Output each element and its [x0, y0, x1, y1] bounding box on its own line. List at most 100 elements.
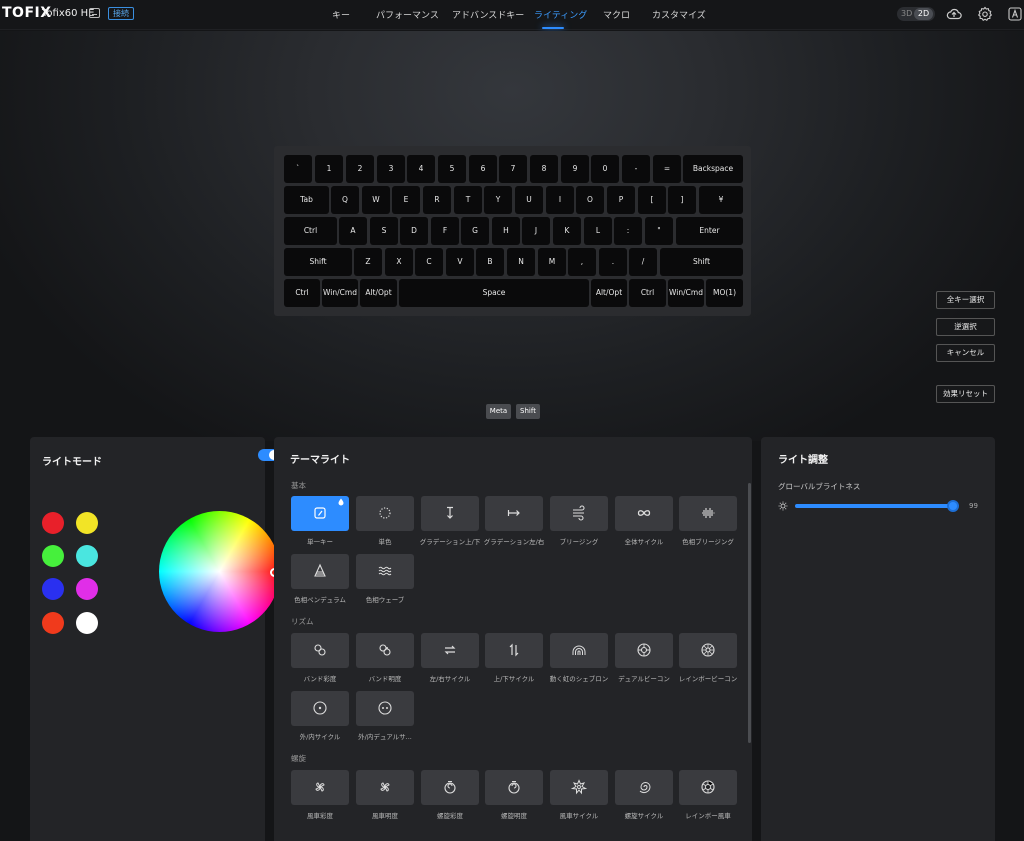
effect-tile-spiral-value[interactable] — [485, 770, 543, 805]
modifier-shift[interactable]: Shift — [516, 404, 540, 419]
key-colon[interactable]: : — [614, 217, 642, 245]
key-slash[interactable]: / — [629, 248, 657, 276]
key-period[interactable]: . — [599, 248, 627, 276]
key-t[interactable]: T — [454, 186, 482, 214]
font-box-icon[interactable] — [1007, 6, 1023, 22]
effect-tile-pendulum[interactable] — [291, 554, 349, 589]
key-a[interactable]: A — [339, 217, 367, 245]
effect-tile-breathing[interactable] — [550, 496, 608, 531]
effect-tile-infinity[interactable] — [615, 496, 673, 531]
effect-tile-swap-vertical[interactable] — [485, 633, 543, 668]
key-x[interactable]: X — [385, 248, 413, 276]
key-1[interactable]: 1 — [315, 155, 343, 183]
tab-performance[interactable]: パフォーマンス — [376, 8, 439, 21]
swatch-blue[interactable] — [42, 578, 64, 600]
swatch-yellow[interactable] — [76, 512, 98, 534]
brightness-slider-track[interactable] — [795, 504, 953, 508]
key-l[interactable]: L — [584, 217, 612, 245]
key-4[interactable]: 4 — [407, 155, 435, 183]
key-shift-right[interactable]: Shift — [660, 248, 743, 276]
key-win-right[interactable]: Win/Cmd — [668, 279, 704, 307]
key-q[interactable]: Q — [331, 186, 359, 214]
effect-tile-dotted-circle[interactable] — [356, 496, 414, 531]
key-0[interactable]: 0 — [591, 155, 619, 183]
key-i[interactable]: I — [546, 186, 574, 214]
key-tab[interactable]: Tab — [284, 186, 329, 214]
swatch-orange[interactable] — [42, 612, 64, 634]
key-o[interactable]: O — [576, 186, 604, 214]
cloud-upload-icon[interactable] — [946, 6, 962, 22]
key-b[interactable]: B — [476, 248, 504, 276]
swatch-magenta[interactable] — [76, 578, 98, 600]
key-z[interactable]: Z — [354, 248, 382, 276]
key-g[interactable]: G — [461, 217, 489, 245]
effect-tile-beacon[interactable] — [615, 633, 673, 668]
effect-tile-band-value[interactable] — [356, 633, 414, 668]
effect-tile-pinwheel-cycle[interactable] — [550, 770, 608, 805]
effect-tile-rainbow-pinwheel[interactable] — [679, 770, 737, 805]
key-3[interactable]: 3 — [377, 155, 405, 183]
key-7[interactable]: 7 — [499, 155, 527, 183]
key-minus[interactable]: - — [622, 155, 650, 183]
effect-tile-arrow-right[interactable] — [485, 496, 543, 531]
key-mo1[interactable]: MO(1) — [706, 279, 743, 307]
effect-tile-out-in-dual[interactable] — [356, 691, 414, 726]
tab-customize[interactable]: カスタマイズ — [652, 8, 706, 21]
modifier-meta[interactable]: Meta — [486, 404, 511, 419]
key-quote[interactable]: " — [645, 217, 673, 245]
view-toggle[interactable]: 3D 2D — [897, 7, 935, 21]
key-m[interactable]: M — [538, 248, 566, 276]
key-u[interactable]: U — [515, 186, 543, 214]
key-f[interactable]: F — [431, 217, 459, 245]
reset-effect-button[interactable]: 効果リセット — [936, 385, 995, 403]
key-h[interactable]: H — [492, 217, 520, 245]
key-y[interactable]: Y — [484, 186, 512, 214]
key-enter[interactable]: Enter — [676, 217, 743, 245]
effect-tile-out-in[interactable] — [291, 691, 349, 726]
swatch-cyan[interactable] — [76, 545, 98, 567]
effect-tile-swap-horizontal[interactable] — [421, 633, 479, 668]
key-backspace[interactable]: Backspace — [683, 155, 743, 183]
key-r[interactable]: R — [423, 186, 451, 214]
key-backtick[interactable]: ` — [284, 155, 312, 183]
key-d[interactable]: D — [400, 217, 428, 245]
key-j[interactable]: J — [522, 217, 550, 245]
key-ctrl-left[interactable]: Ctrl — [284, 217, 337, 245]
key-s[interactable]: S — [370, 217, 398, 245]
key-p[interactable]: P — [607, 186, 635, 214]
tab-keys[interactable]: キー — [332, 8, 350, 21]
key-ctrl-bottom-left[interactable]: Ctrl — [284, 279, 320, 307]
swatch-red[interactable] — [42, 512, 64, 534]
swatch-green[interactable] — [42, 545, 64, 567]
view-3d-option[interactable]: 3D — [901, 9, 912, 18]
invert-selection-button[interactable]: 逆選択 — [936, 318, 995, 336]
color-wheel[interactable] — [159, 511, 280, 632]
cancel-button[interactable]: キャンセル — [936, 344, 995, 362]
key-shift-left[interactable]: Shift — [284, 248, 352, 276]
key-ctrl-right[interactable]: Ctrl — [629, 279, 666, 307]
select-all-keys-button[interactable]: 全キー選択 — [936, 291, 995, 309]
key-2[interactable]: 2 — [346, 155, 374, 183]
tab-advanced-keys[interactable]: アドバンスドキー — [452, 8, 524, 21]
key-5[interactable]: 5 — [438, 155, 466, 183]
key-8[interactable]: 8 — [530, 155, 558, 183]
swatch-white[interactable] — [76, 612, 98, 634]
effect-tile-wave[interactable] — [356, 554, 414, 589]
key-win-left[interactable]: Win/Cmd — [322, 279, 358, 307]
key-c[interactable]: C — [415, 248, 443, 276]
view-2d-option[interactable]: 2D — [914, 8, 933, 20]
effect-tile-pinwheel-value[interactable] — [356, 770, 414, 805]
effect-tile-waveform[interactable] — [679, 496, 737, 531]
effect-tile-rainbow[interactable] — [550, 633, 608, 668]
key-equals[interactable]: = — [653, 155, 681, 183]
gear-icon[interactable] — [977, 6, 993, 22]
key-k[interactable]: K — [553, 217, 581, 245]
theme-scrollbar[interactable] — [748, 483, 751, 743]
key-6[interactable]: 6 — [469, 155, 497, 183]
effect-tile-single-key[interactable] — [291, 496, 349, 531]
key-9[interactable]: 9 — [561, 155, 589, 183]
key-e[interactable]: E — [392, 186, 420, 214]
key-space[interactable]: Space — [399, 279, 589, 307]
effect-tile-arrow-vertical[interactable] — [421, 496, 479, 531]
key-yen[interactable]: ¥ — [699, 186, 743, 214]
